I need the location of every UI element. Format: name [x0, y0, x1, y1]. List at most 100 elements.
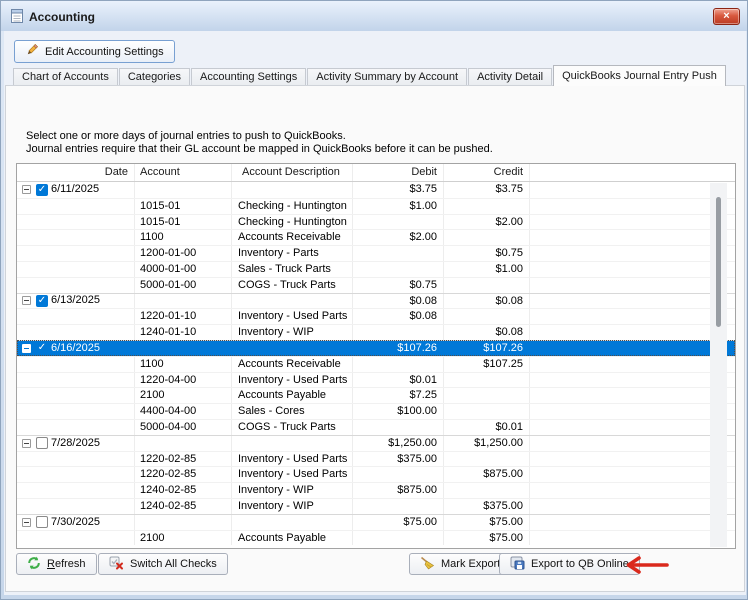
debit-cell: $0.08 — [353, 309, 444, 324]
refresh-icon — [27, 556, 41, 573]
debit-cell: $875.00 — [353, 483, 444, 498]
date-cell: ✓6/11/2025 — [17, 182, 135, 198]
collapse-icon[interactable] — [22, 439, 31, 448]
refresh-button[interactable]: Refresh — [16, 553, 97, 575]
vertical-scrollbar[interactable] — [710, 183, 727, 547]
date-cell: ✓6/13/2025 — [17, 294, 135, 309]
description-cell: Accounts Receivable — [232, 230, 353, 245]
switch-all-checks-button[interactable]: Switch All Checks — [98, 553, 228, 575]
instructions-line1: Select one or more days of journal entri… — [26, 130, 493, 143]
export-to-qb-online-label: Export to QB Online — [531, 558, 629, 570]
journal-day-row[interactable]: ✓6/13/2025$0.08$0.08 — [17, 293, 735, 309]
journal-entry-row[interactable]: 4400-04-00Sales - Cores$100.00 — [17, 403, 735, 419]
journal-entry-row[interactable]: 2100Accounts Payable$7.25 — [17, 387, 735, 403]
tab-activity-summary-by-account[interactable]: Activity Summary by Account — [307, 68, 467, 86]
journal-entry-row[interactable]: 1220-02-85Inventory - Used Parts$875.00 — [17, 466, 735, 482]
row-filler — [530, 515, 735, 530]
day-checkbox[interactable]: ✓ — [36, 295, 48, 307]
credit-cell: $75.00 — [444, 531, 530, 546]
tab-categories[interactable]: Categories — [119, 68, 190, 86]
journal-entry-row[interactable]: 1220-01-10Inventory - Used Parts$0.08 — [17, 308, 735, 324]
journal-entry-row[interactable]: 5000-01-00COGS - Truck Parts$0.75 — [17, 277, 735, 293]
date-cell — [17, 246, 135, 261]
account-cell — [135, 294, 232, 309]
row-filler — [530, 373, 735, 388]
description-cell — [232, 341, 353, 356]
export-to-qb-online-button[interactable]: Export to QB Online — [499, 553, 640, 575]
journal-entry-row[interactable]: 1100Accounts Receivable$107.25 — [17, 356, 735, 372]
grid-body: ✓6/11/2025$3.75$3.751015-01Checking - Hu… — [17, 182, 735, 545]
day-checkbox[interactable] — [36, 516, 48, 528]
description-cell: Inventory - WIP — [232, 483, 353, 498]
journal-entry-row[interactable]: 1200-01-00Inventory - Parts$0.75 — [17, 245, 735, 261]
journal-entry-row[interactable]: 5000-04-00COGS - Truck Parts$0.01 — [17, 419, 735, 435]
tab-chart-of-accounts[interactable]: Chart of Accounts — [13, 68, 118, 86]
journal-entry-row[interactable]: 1015-01Checking - Huntington$1.00 — [17, 198, 735, 214]
refresh-label: Refresh — [47, 558, 86, 570]
column-header-description[interactable]: Account Description — [232, 164, 353, 181]
debit-cell: $375.00 — [353, 452, 444, 467]
description-cell: COGS - Truck Parts — [232, 278, 353, 293]
journal-entry-row[interactable]: 1240-01-10Inventory - WIP$0.08 — [17, 324, 735, 340]
column-header-date[interactable]: Date — [17, 164, 135, 181]
debit-cell: $2.00 — [353, 230, 444, 245]
account-cell — [135, 515, 232, 530]
column-header-account[interactable]: Account — [135, 164, 232, 181]
description-cell: Inventory - Used Parts — [232, 467, 353, 482]
debit-cell: $1,250.00 — [353, 436, 444, 451]
tab-strip: Chart of AccountsCategoriesAccounting Se… — [13, 65, 737, 86]
journal-entry-row[interactable]: 1220-04-00Inventory - Used Parts$0.01 — [17, 372, 735, 388]
row-filler — [530, 452, 735, 467]
journal-entries-grid: Date Account Account Description Debit C… — [16, 163, 736, 549]
debit-cell: $100.00 — [353, 404, 444, 419]
description-cell — [232, 436, 353, 451]
credit-cell — [444, 483, 530, 498]
collapse-icon[interactable] — [22, 185, 31, 194]
account-cell: 1220-02-85 — [135, 467, 232, 482]
day-date: 6/11/2025 — [51, 182, 99, 197]
title-bar[interactable]: Accounting × — [1, 1, 747, 31]
row-filler — [530, 262, 735, 277]
description-cell: Accounts Payable — [232, 388, 353, 403]
day-checkbox[interactable] — [36, 437, 48, 449]
day-checkbox[interactable]: ✓ — [36, 184, 48, 196]
tab-activity-detail[interactable]: Activity Detail — [468, 68, 552, 86]
date-cell — [17, 404, 135, 419]
description-cell: Inventory - WIP — [232, 499, 353, 514]
scrollbar-thumb[interactable] — [716, 197, 721, 327]
journal-day-row[interactable]: ✓6/16/2025$107.26$107.26 — [17, 340, 735, 356]
collapse-icon[interactable] — [22, 518, 31, 527]
journal-entry-row[interactable]: 4000-01-00Sales - Truck Parts$1.00 — [17, 261, 735, 277]
journal-entry-row[interactable]: 1240-02-85Inventory - WIP$375.00 — [17, 498, 735, 514]
tab-quickbooks-journal-entry-push[interactable]: QuickBooks Journal Entry Push — [553, 65, 726, 86]
close-button[interactable]: × — [713, 8, 740, 25]
debit-cell — [353, 215, 444, 230]
journal-day-row[interactable]: 7/30/2025$75.00$75.00 — [17, 514, 735, 530]
debit-cell: $0.75 — [353, 278, 444, 293]
row-filler — [530, 404, 735, 419]
date-cell — [17, 215, 135, 230]
description-cell: Checking - Huntington — [232, 199, 353, 214]
journal-day-row[interactable]: ✓6/11/2025$3.75$3.75 — [17, 182, 735, 198]
debit-cell: $0.01 — [353, 373, 444, 388]
description-cell: COGS - Truck Parts — [232, 420, 353, 435]
journal-entry-row[interactable]: 1100Accounts Receivable$2.00 — [17, 229, 735, 245]
account-cell: 2100 — [135, 388, 232, 403]
collapse-icon[interactable] — [22, 344, 31, 353]
journal-entry-row[interactable]: 1220-02-85Inventory - Used Parts$375.00 — [17, 451, 735, 467]
tab-accounting-settings[interactable]: Accounting Settings — [191, 68, 306, 86]
day-checkbox[interactable]: ✓ — [36, 342, 48, 354]
credit-cell — [444, 278, 530, 293]
column-header-credit[interactable]: Credit — [444, 164, 530, 181]
credit-cell: $0.08 — [444, 325, 530, 340]
journal-day-row[interactable]: 7/28/2025$1,250.00$1,250.00 — [17, 435, 735, 451]
pencil-icon — [25, 43, 39, 60]
account-cell: 1220-01-10 — [135, 309, 232, 324]
account-cell: 1200-01-00 — [135, 246, 232, 261]
journal-entry-row[interactable]: 1015-01Checking - Huntington$2.00 — [17, 214, 735, 230]
column-header-debit[interactable]: Debit — [353, 164, 444, 181]
collapse-icon[interactable] — [22, 296, 31, 305]
journal-entry-row[interactable]: 1240-02-85Inventory - WIP$875.00 — [17, 482, 735, 498]
edit-accounting-settings-button[interactable]: Edit Accounting Settings — [14, 40, 175, 63]
journal-entry-row[interactable]: 2100Accounts Payable$75.00 — [17, 530, 735, 546]
